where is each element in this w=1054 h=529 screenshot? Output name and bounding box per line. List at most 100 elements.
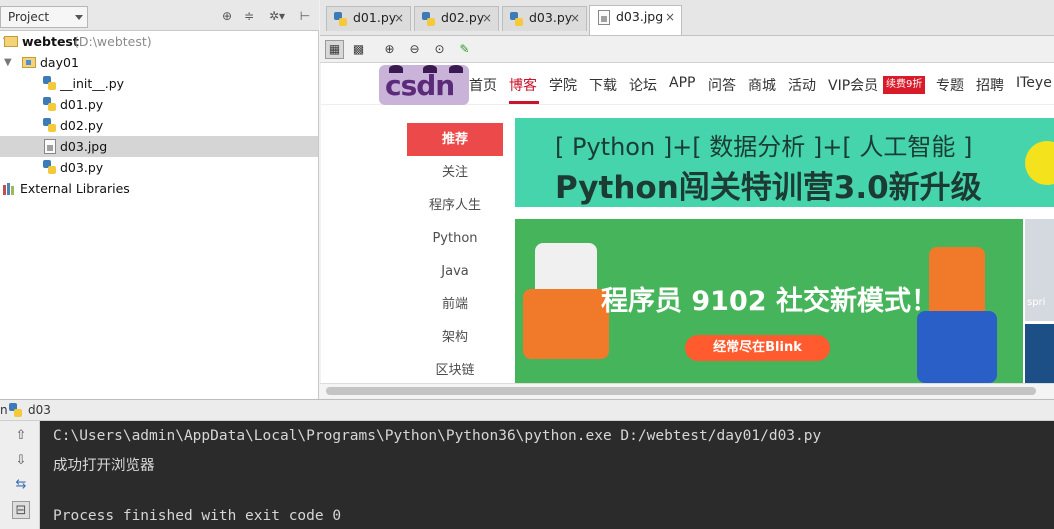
nav-item: 学院 [549,78,577,94]
active-nav-underline [509,101,539,104]
project-view-selector[interactable]: Project [0,6,88,28]
close-icon[interactable]: × [394,7,404,29]
python-file-icon [43,76,56,91]
arrow-up-icon[interactable]: ⇧ [12,427,30,445]
nav-item: 商城 [748,78,776,94]
python-file-icon [43,160,56,175]
python-file-icon [422,12,435,27]
run-side-toolbar: ⇧ ⇩ ⇆ ⊟ [0,421,40,529]
python-file-icon [43,118,56,133]
tree-item-init-py[interactable]: __init__.py [0,73,318,94]
logo-text: csdn [385,69,455,102]
chevron-down-icon [75,15,83,20]
image-viewer-toolbar: ▦ ▩ ⊕ ⊖ ⊙ ✎ [320,36,1054,63]
banner-title: Python闯关特训营3.0新升级 [555,170,982,206]
tree-item-d03-jpg[interactable]: d03.jpg [0,136,318,157]
console-line: Process finished with exit code 0 [53,508,342,524]
side-menu-item: 关注 [441,165,468,180]
vip-badge: 续费9折 [883,76,926,94]
close-icon[interactable]: × [570,7,580,29]
nav-item: 招聘 [976,78,1004,94]
tree-item-d01-py[interactable]: d01.py [0,94,318,115]
console-line: C:\Users\admin\AppData\Local\Programs\Py… [53,428,822,444]
tree-item-label: webtest [22,34,79,49]
csdn-logo: csdn [379,65,469,105]
chessboard-icon[interactable]: ▩ [349,40,368,59]
side-thumbnail [1025,324,1054,383]
expand-arrow-icon[interactable]: ▼ [4,52,12,73]
color-picker-icon[interactable]: ✎ [455,40,474,59]
nav-item: 问答 [708,78,736,94]
target-icon[interactable]: ⊕ [220,9,234,23]
banner-decoration [1025,141,1054,185]
nav-item: 活动 [788,78,816,94]
banner-title: 程序员 9102 社交新模式！ [601,286,938,317]
tab-d02-py[interactable]: d02.py × [414,6,499,31]
image-file-icon [598,10,610,25]
tree-item-d02-py[interactable]: d02.py [0,115,318,136]
zoom-out-icon[interactable]: ⊖ [405,40,424,59]
project-view-label: Project [8,10,50,24]
tree-item-label: d02.py [60,118,104,133]
tree-item-label: d03.jpg [60,139,108,154]
tree-item-label: __init__.py [60,76,125,91]
close-icon[interactable]: × [482,7,492,29]
nav-item: 论坛 [629,78,657,94]
run-config-name[interactable]: d03 [28,403,51,417]
project-header: Project ⊕ ≑ ✲▾ ⊢ [0,0,319,31]
gear-icon[interactable]: ✲▾ [268,9,286,23]
nav-item: 首页 [469,78,497,94]
run-label-prefix: n [0,403,8,417]
side-thumbnail: spri [1025,219,1054,321]
tab-d01-py[interactable]: d01.py × [326,6,411,31]
editor-tab-bar: d01.py × d02.py × d03.py × d03.jpg × [320,0,1054,36]
package-folder-icon [22,57,36,68]
tab-label: d02.py [441,10,485,25]
zoom-in-icon[interactable]: ⊕ [380,40,399,59]
csdn-nav-bar: csdn 首页 博客 学院 下载 论坛 APP 问答 商城 活动 VIP会员 续… [321,63,1054,105]
scrollbar-thumb[interactable] [326,387,1036,395]
tab-d03-py[interactable]: d03.py × [502,6,587,31]
tree-item-d03-py[interactable]: d03.py [0,157,318,178]
side-menu-item: Java [441,264,469,279]
python-file-icon [9,403,22,418]
python-file-icon [43,97,56,112]
grid-toggle-icon[interactable]: ▦ [325,40,344,59]
image-canvas: csdn 首页 博客 学院 下载 论坛 APP 问答 商城 活动 VIP会员 续… [321,63,1054,383]
horizontal-scrollbar[interactable] [320,383,1054,398]
arrow-down-icon[interactable]: ⇩ [12,452,30,470]
side-menu-item: 程序人生 [428,198,481,213]
pin-icon[interactable]: ⊢ [298,9,312,23]
actual-size-icon[interactable]: ⊙ [430,40,449,59]
tree-item-label: d03.py [60,160,104,175]
nav-item: 下载 [589,78,617,94]
nav-item: 博客 [509,78,537,94]
console-output[interactable]: C:\Users\admin\AppData\Local\Programs\Py… [40,421,1054,529]
tree-item-webtest[interactable]: ▼ webtest (D:\webtest) [0,31,318,52]
illustration-figure [523,289,609,359]
collapse-icon[interactable]: ≑ [242,9,256,23]
side-menu-item: Python [432,231,478,246]
scroll-to-end-icon[interactable]: ⊟ [12,501,30,519]
blink-banner: 程序员 9102 社交新模式！ 经常尽在Blink [515,219,1023,383]
run-tool-header: n d03 [0,399,1054,421]
tree-item-external-libraries[interactable]: External Libraries [0,178,318,199]
tab-d03-jpg[interactable]: d03.jpg × [589,5,682,35]
tab-label: d03.jpg [616,9,664,24]
project-tool-window: Project ⊕ ≑ ✲▾ ⊢ ▼ webtest (D:\webtest) … [0,0,319,399]
soft-wrap-icon[interactable]: ⇆ [12,476,30,494]
image-file-icon [44,139,56,154]
side-menu-item: 区块链 [435,363,475,378]
tree-item-day01[interactable]: ▼ day01 [0,52,318,73]
banner-subtitle: [ Python ]+[ 数据分析 ]+[ 人工智能 ] [555,133,973,161]
banner-button: 经常尽在Blink [685,335,830,361]
illustration-figure [917,311,997,383]
console-line: 成功打开浏览器 [53,458,155,474]
side-menu: 推荐 关注 程序人生 Python Java 前端 架构 区块链 [407,123,503,383]
close-icon[interactable]: × [665,6,675,28]
python-bootcamp-banner: [ Python ]+[ 数据分析 ]+[ 人工智能 ] Python闯关特训营… [515,118,1054,207]
side-menu-item: 推荐 [407,123,503,156]
tree-item-label: d01.py [60,97,104,112]
nav-item: APP [669,75,696,91]
python-file-icon [334,12,347,27]
